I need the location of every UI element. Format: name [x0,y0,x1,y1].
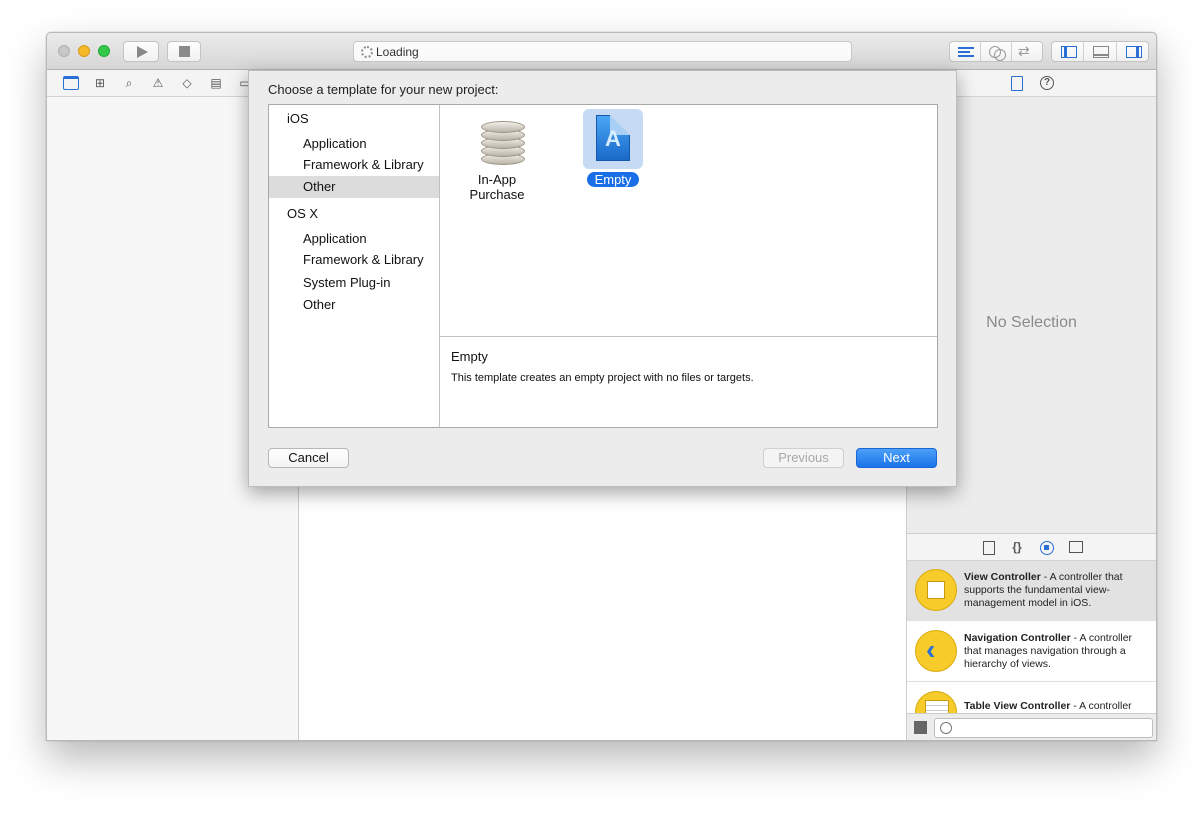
cancel-button[interactable]: Cancel [268,448,349,468]
category-ios-other[interactable]: Other [269,176,439,198]
toggle-utilities-button[interactable] [1117,42,1148,61]
stop-icon [179,46,190,57]
debug-panel-icon [1093,46,1110,58]
category-osx-system-plugin[interactable]: System Plug-in [269,272,439,294]
window-toolbar: Loading ⇄ [47,33,1156,70]
category-group-osx: OS X [287,206,319,221]
library-item-name: View Controller [964,571,1041,583]
category-osx-other[interactable]: Other [269,294,439,316]
view-toggle-control [1051,41,1149,62]
find-navigator-icon[interactable]: ⌕ [121,76,137,90]
filter-icon [940,722,952,734]
version-editor-icon: ⇄ [1018,43,1030,59]
sheet-title: Choose a template for your new project: [268,82,499,97]
template-description: Empty This template creates an empty pro… [440,337,937,427]
category-osx-application[interactable]: Application [269,228,439,250]
template-grid: In-App Purchase A Empty [440,105,937,337]
library-item-navigation-controller[interactable]: ‹ Navigation Controller - A controller t… [907,622,1156,682]
template-category-list: iOS Application Framework & Library Othe… [269,105,440,427]
quick-help-icon[interactable]: ? [1040,76,1054,90]
toggle-debug-area-button[interactable] [1084,42,1117,61]
category-ios-framework-library[interactable]: Framework & Library [269,154,439,176]
library-item-name: Navigation Controller [964,632,1071,644]
template-label: In-App Purchase [469,172,525,202]
category-group-ios: iOS [287,111,309,126]
activity-status: Loading [376,45,419,59]
view-controller-icon [915,569,957,611]
debug-navigator-icon[interactable]: ▤ [208,76,224,90]
media-library-icon[interactable] [1069,541,1083,553]
navigation-controller-icon: ‹ [915,630,957,672]
assistant-editor-icon [989,46,1006,61]
category-osx-framework-library[interactable]: Framework & Library [269,249,439,271]
file-inspector-icon[interactable] [1011,76,1023,91]
library-item-view-controller[interactable]: View Controller - A controller that supp… [907,561,1156,621]
issue-navigator-icon[interactable]: ⚠ [150,76,166,90]
editor-mode-control: ⇄ [949,41,1043,62]
zoom-window-button[interactable] [98,45,110,57]
empty-app-document-icon: A [583,109,643,169]
grid-view-icon[interactable] [914,721,927,734]
standard-editor-button[interactable] [950,42,981,61]
library-filter-field[interactable] [934,718,1153,738]
symbol-navigator-icon[interactable]: ⊞ [92,76,108,90]
minimize-window-button[interactable] [78,45,90,57]
previous-button[interactable]: Previous [763,448,844,468]
template-in-app-purchase[interactable]: In-App Purchase [449,109,545,202]
play-icon [137,46,148,58]
activity-viewer: Loading [353,41,852,62]
template-label: Empty [586,172,640,187]
code-snippet-library-icon[interactable]: {} [1011,541,1023,555]
library-filter-bar [907,713,1156,740]
template-browser: iOS Application Framework & Library Othe… [268,104,938,428]
library-selector-bar: {} [907,533,1156,561]
template-empty[interactable]: A Empty [565,109,661,187]
category-ios-application[interactable]: Application [269,133,439,155]
spinner-icon [361,46,373,58]
description-title: Empty [451,349,488,364]
close-window-button[interactable] [58,45,70,57]
run-button[interactable] [123,41,159,62]
object-library-icon[interactable] [1040,541,1054,555]
template-chooser-sheet: Choose a template for your new project: … [248,70,957,487]
test-navigator-icon[interactable]: ◇ [179,76,195,90]
description-text: This template creates an empty project w… [451,372,754,384]
next-button[interactable]: Next [856,448,937,468]
assistant-editor-button[interactable] [981,42,1012,61]
navigator-panel-icon [1061,46,1077,58]
library-item-name: Table View Controller [964,700,1071,712]
standard-editor-icon [958,47,974,57]
coins-stack-icon [467,109,527,169]
toggle-navigator-button[interactable] [1052,42,1085,61]
utilities-panel-icon [1125,46,1142,58]
stop-button[interactable] [167,41,201,62]
version-editor-button[interactable]: ⇄ [1012,42,1042,61]
file-template-library-icon[interactable] [983,541,995,555]
project-navigator-icon[interactable] [63,76,79,90]
